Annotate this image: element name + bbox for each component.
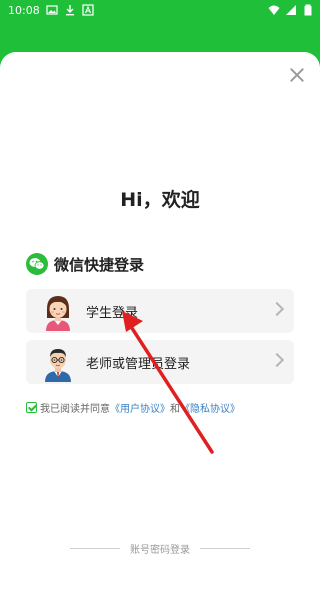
wechat-login-title: 微信快捷登录	[54, 255, 145, 274]
account-password-login-link[interactable]: 账号密码登录	[130, 541, 190, 556]
wechat-icon	[26, 253, 48, 275]
battery-icon	[304, 4, 312, 16]
teacher-avatar-icon	[45, 349, 71, 382]
agreement-and: 和	[170, 404, 180, 415]
agreement-prefix: 我已阅读并同意	[40, 404, 110, 415]
image-icon	[46, 5, 58, 15]
agreement-checkbox[interactable]	[26, 402, 37, 413]
student-avatar-icon	[46, 296, 70, 331]
welcome-title: Hi，欢迎	[120, 189, 200, 211]
teacher-login-button[interactable]: 老师或管理员登录	[26, 340, 294, 384]
close-button[interactable]	[288, 66, 306, 84]
signal-icon	[286, 5, 296, 15]
divider-right	[200, 548, 250, 549]
divider-left	[70, 548, 120, 549]
chevron-right-icon	[269, 352, 285, 368]
teacher-login-label: 老师或管理员登录	[86, 357, 191, 372]
agreement-row: 我已阅读并同意 《用户协议》 和 《隐私协议》	[26, 400, 240, 415]
status-right	[268, 4, 314, 16]
status-left: 10:08	[8, 4, 94, 17]
wechat-login-header: 微信快捷登录	[26, 253, 144, 275]
student-login-button[interactable]: 学生登录	[26, 289, 294, 333]
a-icon	[82, 4, 94, 16]
chevron-right-icon	[269, 301, 285, 317]
account-login-row: 账号密码登录	[0, 541, 320, 556]
status-time: 10:08	[8, 3, 40, 17]
status-bar: 10:08	[0, 0, 320, 20]
student-login-label: 学生登录	[86, 306, 139, 321]
login-sheet: Hi，欢迎 微信快捷登录 学生登录 老师或管理员登录 我已阅读并同意 《用户协议…	[0, 52, 320, 600]
user-agreement-link[interactable]: 《用户协议》	[110, 400, 170, 415]
download-icon	[65, 5, 74, 16]
wifi-icon	[268, 5, 280, 15]
privacy-policy-link[interactable]: 《隐私协议》	[180, 400, 240, 415]
